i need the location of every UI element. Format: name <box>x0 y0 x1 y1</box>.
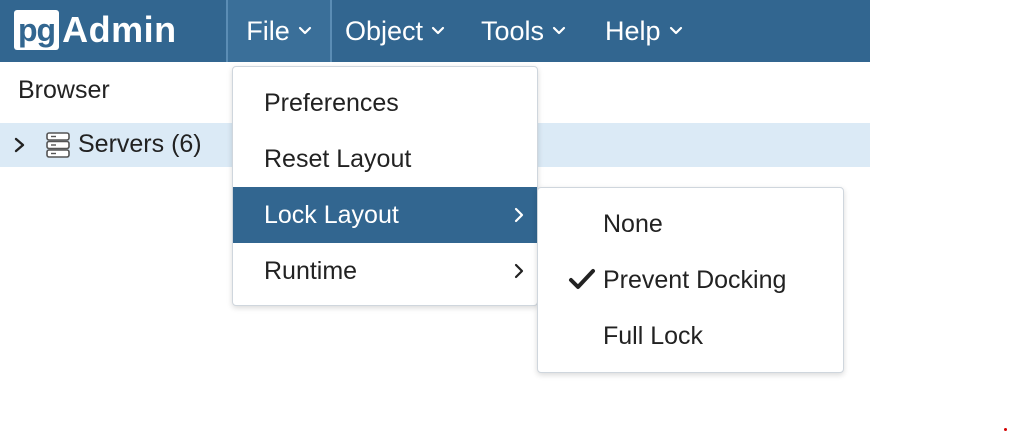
menu-tools-label: Tools <box>481 15 545 46</box>
menu-item-label: Preferences <box>264 88 399 117</box>
menu-file-label: File <box>246 15 290 46</box>
submenu-item-label: None <box>603 209 663 238</box>
checkmark-icon <box>569 269 595 289</box>
logo-badge: pg <box>14 10 60 50</box>
menu-item-reset-layout[interactable]: Reset Layout <box>233 131 537 187</box>
file-dropdown-menu: Preferences Reset Layout Lock Layout Run… <box>232 66 538 306</box>
submenu-item-label: Prevent Docking <box>603 265 787 294</box>
marker-dot <box>1004 428 1007 431</box>
tree-item-label: Servers (6) <box>78 130 202 158</box>
logo-text: Admin <box>62 9 177 50</box>
menu-item-label: Lock Layout <box>264 200 399 229</box>
chevron-down-icon <box>298 26 311 35</box>
menu-item-lock-layout[interactable]: Lock Layout <box>233 187 537 243</box>
menu-item-runtime[interactable]: Runtime <box>233 243 537 299</box>
menu-item-label: Runtime <box>264 256 358 285</box>
menu-object[interactable]: Object <box>345 0 445 62</box>
submenu-item-none[interactable]: None <box>538 196 843 252</box>
browser-panel-title: Browser <box>18 76 110 104</box>
menu-object-label: Object <box>345 15 424 46</box>
menu-item-label: Reset Layout <box>264 144 412 173</box>
top-navbar: pg Admin File Object Tools Help <box>0 0 870 62</box>
menu-tools[interactable]: Tools <box>481 0 566 62</box>
chevron-down-icon <box>552 26 566 35</box>
server-group-icon <box>46 132 70 158</box>
chevron-right-icon <box>514 263 524 279</box>
pgadmin-logo[interactable]: pg Admin <box>14 8 177 52</box>
menu-item-preferences[interactable]: Preferences <box>233 75 537 131</box>
menu-file[interactable]: File <box>226 0 332 62</box>
lock-layout-submenu: None Prevent Docking Full Lock <box>537 187 844 373</box>
menu-help[interactable]: Help <box>605 0 683 62</box>
chevron-down-icon <box>431 26 445 35</box>
submenu-item-prevent-docking[interactable]: Prevent Docking <box>538 252 843 308</box>
submenu-item-label: Full Lock <box>603 321 704 350</box>
chevron-right-icon[interactable] <box>12 135 28 155</box>
chevron-right-icon <box>514 207 524 223</box>
chevron-down-icon <box>669 26 682 35</box>
menu-help-label: Help <box>605 15 661 46</box>
pgadmin-window: pg Admin File Object Tools Help Browser … <box>0 0 1010 435</box>
submenu-item-full-lock[interactable]: Full Lock <box>538 308 843 364</box>
